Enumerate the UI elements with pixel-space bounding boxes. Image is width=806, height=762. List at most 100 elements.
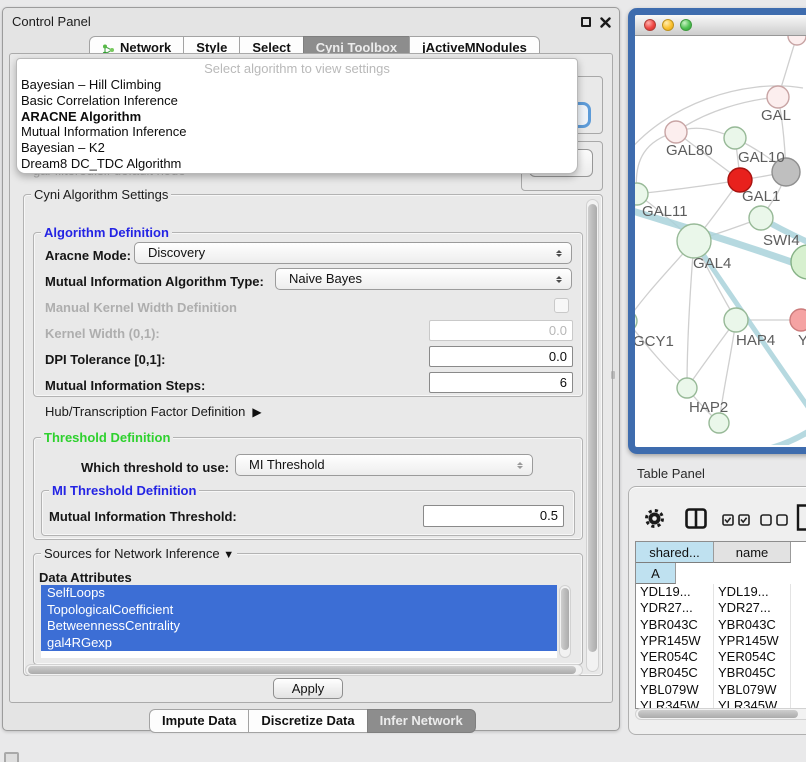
data-attribute-item[interactable]: gal4RGexp <box>41 635 557 652</box>
kernel-width-input[interactable]: 0.0 <box>429 320 573 341</box>
mi-algorithm-type-select[interactable]: Naive Bayes <box>275 268 572 290</box>
close-traffic-light-icon[interactable] <box>644 19 656 31</box>
table-cell: YDR27... <box>636 600 714 616</box>
select-all-checkboxes-icon[interactable] <box>722 513 750 531</box>
table-horizontal-scrollbar[interactable] <box>635 708 806 720</box>
network-window-titlebar[interactable] <box>635 15 806 36</box>
table-row[interactable]: YBR043CYBR043C <box>636 617 806 633</box>
network-node[interactable] <box>709 413 729 433</box>
network-node-label: SWI4 <box>763 232 800 249</box>
table-row[interactable]: YER054CYER054C8. <box>636 649 806 665</box>
new-table-page-icon[interactable] <box>796 504 806 536</box>
scrollbar-thumb[interactable] <box>638 710 798 718</box>
network-node[interactable] <box>790 309 806 331</box>
table-cell: YPR145W <box>636 633 714 649</box>
network-node[interactable] <box>635 311 637 331</box>
algorithm-option[interactable]: Basic Correlation Inference <box>17 93 577 109</box>
minimized-window-icon[interactable] <box>4 752 19 762</box>
data-attribute-item[interactable]: SelfLoops <box>41 585 557 602</box>
column-header[interactable]: name <box>714 542 791 563</box>
table-row[interactable]: YPR145WYPR145W9. <box>636 633 806 649</box>
minimize-traffic-light-icon[interactable] <box>662 19 674 31</box>
table-row[interactable]: YDL19...YDL19...13 <box>636 584 806 600</box>
data-attributes-list[interactable]: SelfLoopsTopologicalCoefficientBetweenne… <box>41 585 557 658</box>
table-row[interactable]: YBR045CYBR045C9. <box>636 665 806 681</box>
table-row[interactable]: YDR27...YDR27...12 <box>636 600 806 616</box>
aracne-mode-value: Discovery <box>148 245 205 260</box>
algorithm-option[interactable]: Dream8 DC_TDC Algorithm <box>17 156 577 172</box>
attributes-list-scrollbar[interactable] <box>559 585 571 658</box>
algorithm-option[interactable]: Bayesian – K2 <box>17 140 577 156</box>
data-attribute-item[interactable]: BetweennessCentrality <box>41 618 557 635</box>
close-icon[interactable] <box>600 17 611 28</box>
scrollbar-thumb[interactable] <box>28 666 576 674</box>
zoom-traffic-light-icon[interactable] <box>680 19 692 31</box>
dpi-tolerance-input[interactable]: 0.0 <box>429 346 573 367</box>
algorithm-option[interactable]: Mutual Information Inference <box>17 124 577 140</box>
hub-definition-label: Hub/Transcription Factor Definition <box>45 404 245 419</box>
settings-vertical-scrollbar[interactable] <box>586 199 599 672</box>
table-cell: YBR043C <box>636 617 714 633</box>
splitter-grip[interactable] <box>611 371 615 379</box>
bottom-tab-strip: Impute DataDiscretize DataInfer Network <box>149 709 476 733</box>
which-threshold-label: Which threshold to use: <box>81 460 229 475</box>
network-node-label: HAP4 <box>736 332 775 349</box>
table-cell: YBL079W <box>714 682 791 698</box>
settings-horizontal-scrollbar[interactable] <box>25 664 583 676</box>
network-node[interactable] <box>788 36 806 45</box>
column-header[interactable]: shared... <box>636 542 714 563</box>
scrollbar-thumb[interactable] <box>561 588 569 650</box>
network-node-label: GAL10 <box>738 149 785 166</box>
algorithm-dropdown-popup: Select algorithm to view settings Bayesi… <box>16 58 578 174</box>
network-view-window: GALGAL80GAL10GAL1GAL11SWI4GAL4GCY1HAP4YH… <box>628 8 806 454</box>
chevron-right-icon: ▶ <box>249 405 262 419</box>
mi-steps-input[interactable]: 6 <box>429 372 573 393</box>
table-cell: YER054C <box>714 649 791 665</box>
combo-stepper-icon <box>516 458 525 473</box>
network-node[interactable] <box>767 86 789 108</box>
network-node-label: GAL11 <box>642 203 688 220</box>
sources-group-title[interactable]: Sources for Network Inference ▼ <box>41 547 237 562</box>
tab-discretize-data[interactable]: Discretize Data <box>248 709 367 733</box>
float-window-icon[interactable] <box>581 17 591 27</box>
manual-kernel-width-label: Manual Kernel Width Definition <box>45 300 237 315</box>
network-node[interactable] <box>665 121 687 143</box>
network-node[interactable] <box>791 245 806 279</box>
algorithm-definition-title: Algorithm Definition <box>41 226 172 239</box>
mi-type-value: Naive Bayes <box>289 271 362 286</box>
cyni-settings-group-title: Cyni Algorithm Settings <box>31 188 171 201</box>
manual-kernel-width-checkbox[interactable] <box>554 298 569 313</box>
network-node-label: GAL4 <box>693 255 731 272</box>
network-node-label: GAL80 <box>666 142 713 159</box>
gear-icon[interactable] <box>645 509 664 533</box>
network-canvas[interactable]: GALGAL80GAL10GAL1GAL11SWI4GAL4GCY1HAP4YH… <box>635 36 806 445</box>
data-attribute-item[interactable]: TopologicalCoefficient <box>41 602 557 619</box>
table-panel-window: shared...name A YDL19...YDL19...13YDR27..… <box>628 486 806 735</box>
hub-definition-toggle[interactable]: Hub/Transcription Factor Definition ▶ <box>45 404 262 419</box>
apply-button[interactable]: Apply <box>273 678 343 699</box>
scrollbar-thumb[interactable] <box>588 204 597 652</box>
algorithm-option[interactable]: ARACNE Algorithm <box>17 109 577 125</box>
network-node[interactable] <box>749 206 773 230</box>
which-threshold-select[interactable]: MI Threshold <box>235 454 533 476</box>
network-node[interactable] <box>677 378 697 398</box>
chevron-down-icon: ▼ <box>223 549 234 561</box>
tab-infer-network[interactable]: Infer Network <box>367 709 476 733</box>
algorithm-popup-list: Bayesian – Hill ClimbingBasic Correlatio… <box>17 77 577 172</box>
mi-threshold-input[interactable]: 0.5 <box>423 505 564 527</box>
network-node[interactable] <box>635 183 648 205</box>
aracne-mode-select[interactable]: Discovery <box>134 242 572 264</box>
network-node[interactable] <box>724 127 746 149</box>
table-row[interactable]: YBL079WYBL079W <box>636 682 806 698</box>
split-columns-icon[interactable] <box>685 508 707 534</box>
column-header[interactable]: A <box>636 563 676 584</box>
threshold-definition-title: Threshold Definition <box>41 431 173 444</box>
network-node[interactable] <box>677 224 711 258</box>
network-node-label: GAL1 <box>742 188 780 205</box>
algorithm-option[interactable]: Bayesian – Hill Climbing <box>17 77 577 93</box>
network-node[interactable] <box>724 308 748 332</box>
tab-impute-data[interactable]: Impute Data <box>149 709 249 733</box>
mi-threshold-group-title: MI Threshold Definition <box>49 484 199 497</box>
table-cell: YBL079W <box>636 682 714 698</box>
deselect-all-checkboxes-icon[interactable] <box>760 513 788 531</box>
